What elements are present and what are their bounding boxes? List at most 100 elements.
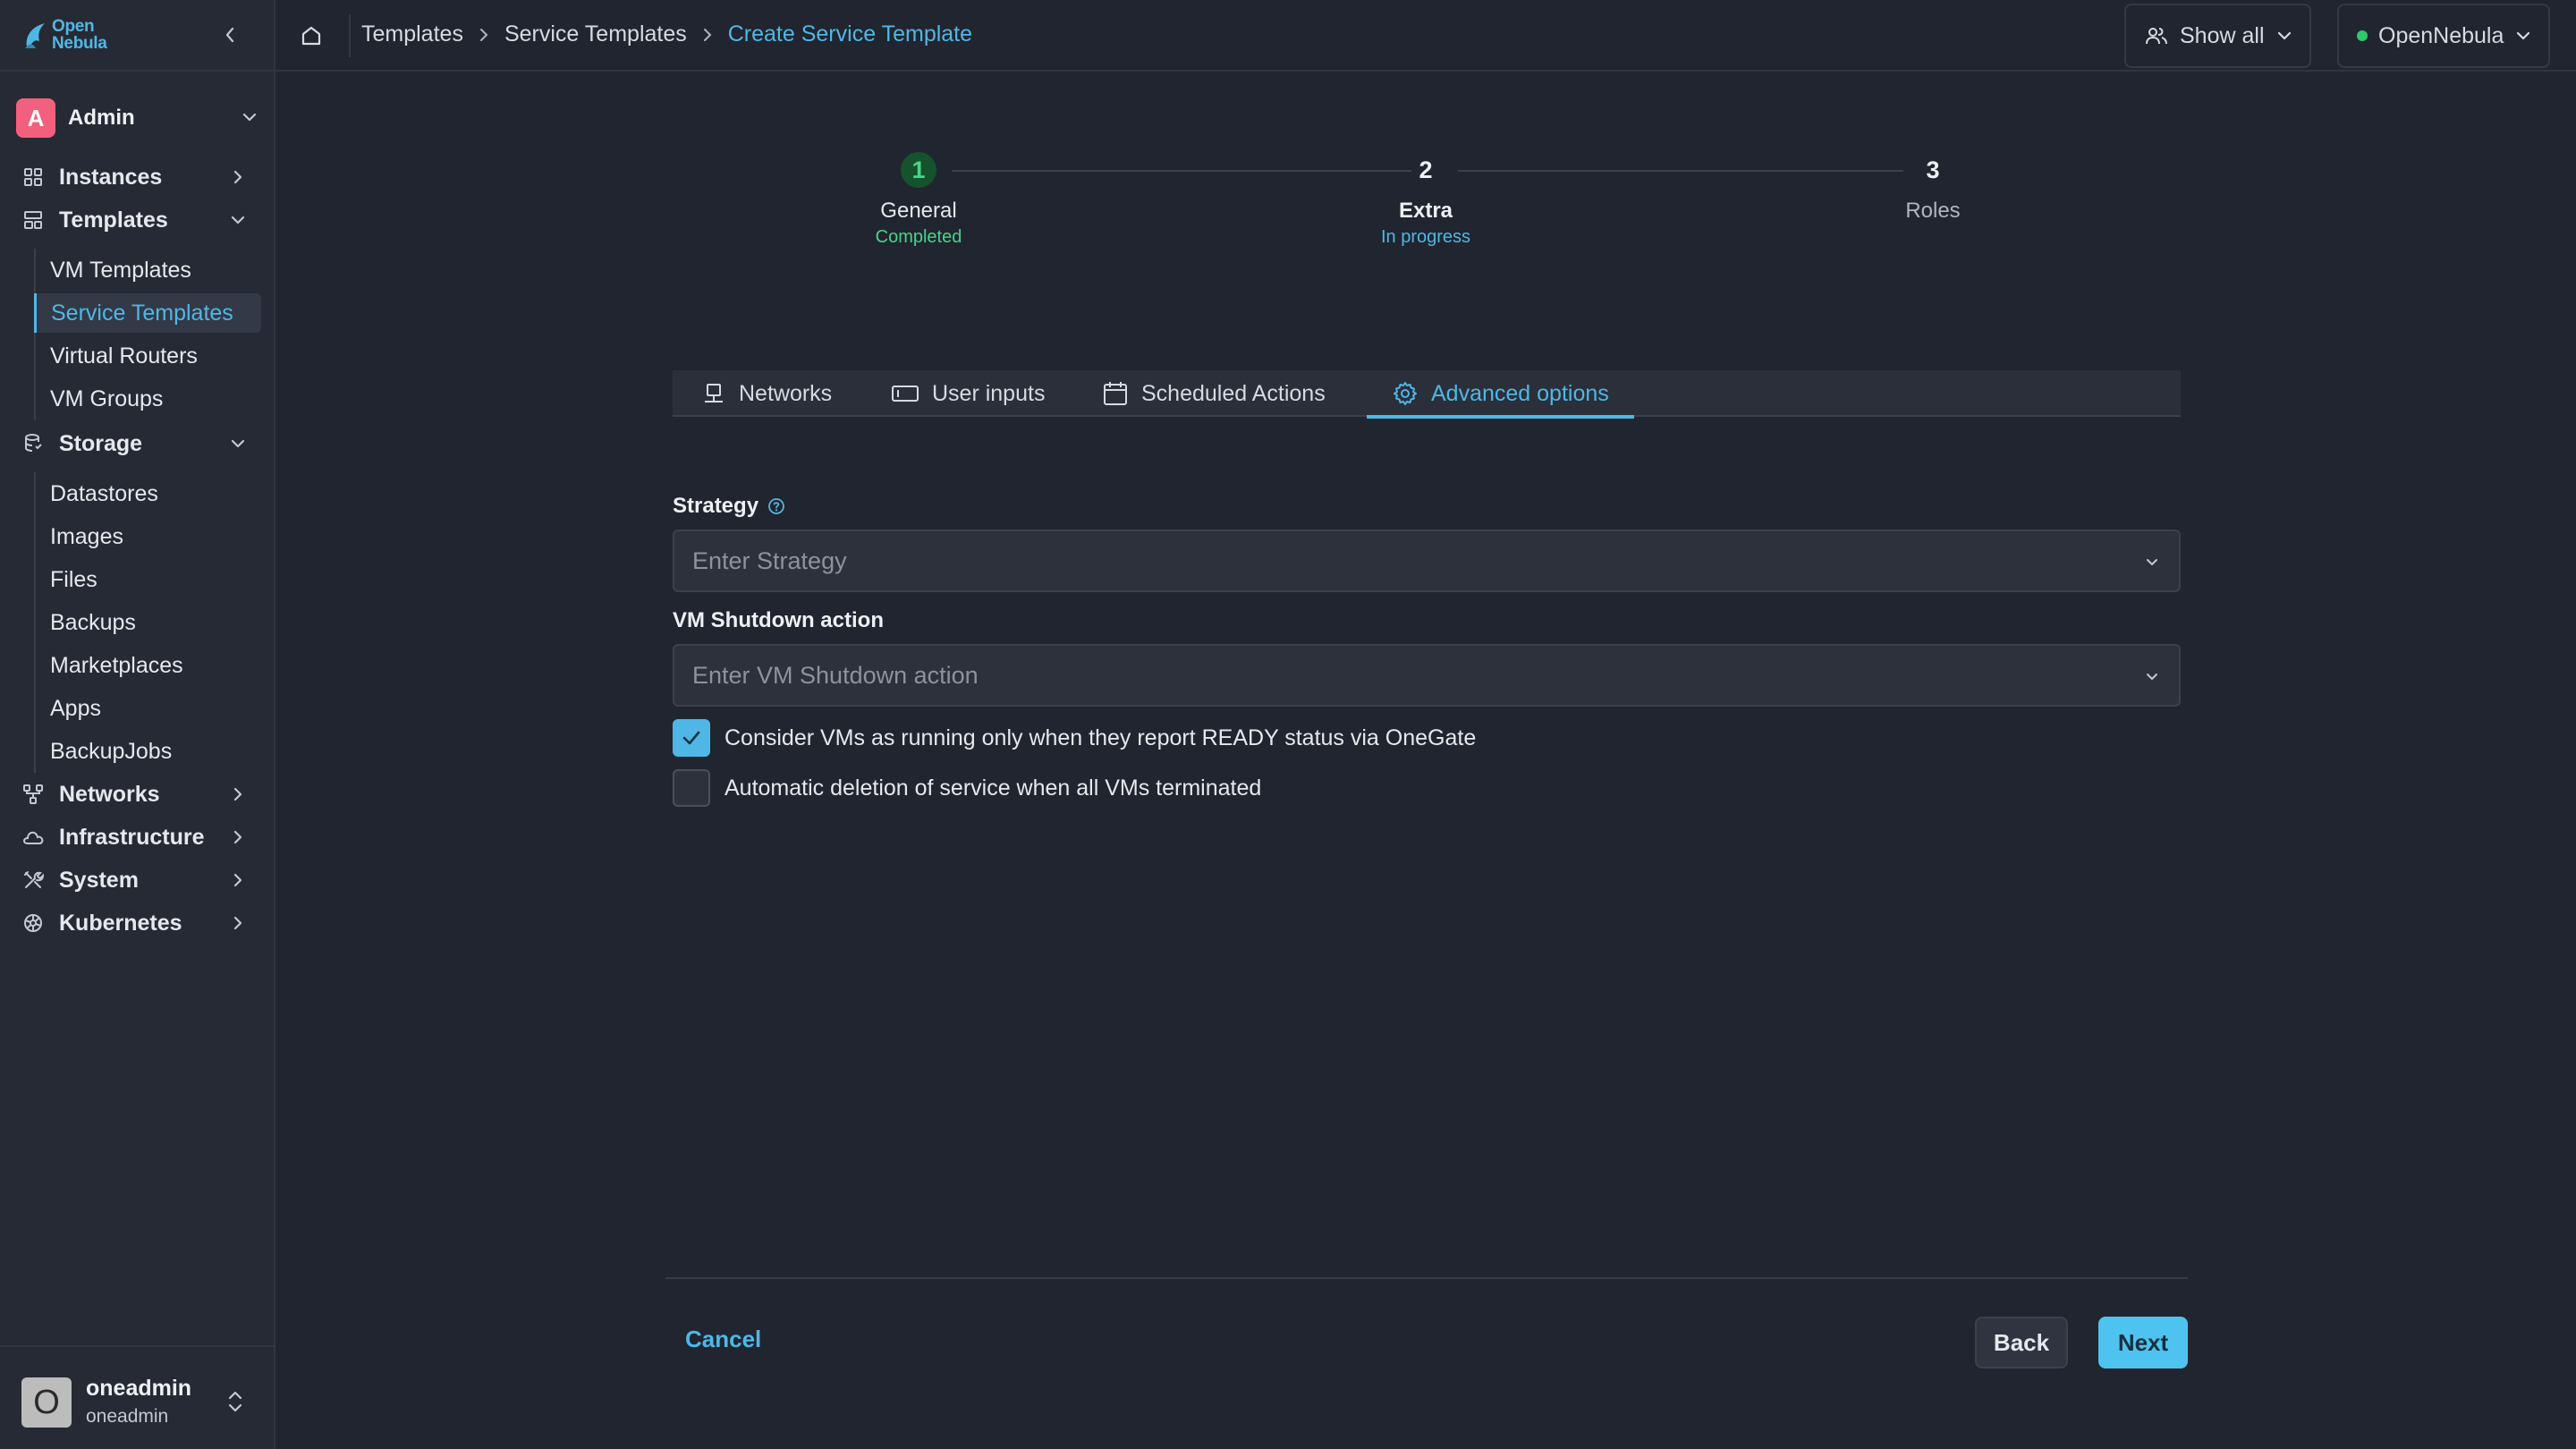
chevron-left-icon (225, 27, 234, 43)
strategy-label-text: Strategy (673, 494, 759, 518)
tab-label: User inputs (932, 380, 1046, 406)
step-name-roles: Roles (1905, 199, 1961, 223)
breadcrumb-current: Create Service Template (727, 21, 973, 47)
storage-submenu: Datastores Images Files Backups Marketpl… (34, 472, 263, 773)
chevron-right-icon (478, 27, 490, 43)
sidebar-item-label: Instances (59, 164, 163, 190)
sidebar-item-system[interactable]: System (21, 860, 259, 900)
strategy-select[interactable]: Enter Strategy (673, 530, 2181, 592)
next-button[interactable]: Next (2098, 1317, 2188, 1368)
storage-icon (21, 432, 45, 455)
shutdown-label-text: VM Shutdown action (673, 608, 884, 632)
input-icon (892, 386, 919, 402)
ready-status-checkbox[interactable] (673, 719, 710, 757)
sidebar-item-kubernetes[interactable]: Kubernetes (21, 903, 259, 943)
zone-status-dot (2357, 30, 2368, 41)
templates-icon (21, 208, 45, 232)
auto-delete-checkbox[interactable] (673, 769, 710, 807)
templates-submenu: VM Templates Service Templates Virtual R… (34, 249, 263, 420)
tab-advanced-options[interactable]: Advanced options (1367, 370, 1634, 419)
calendar-icon (1104, 382, 1127, 405)
breadcrumb: Templates Service Templates Create Servi… (361, 21, 972, 47)
unfold-icon (228, 1391, 242, 1412)
users-icon (2146, 28, 2167, 45)
auto-delete-option[interactable]: Automatic deletion of service when all V… (673, 769, 1261, 807)
chevron-right-icon (233, 916, 242, 930)
show-all-filter-button[interactable]: Show all (2124, 4, 2311, 68)
chevron-right-icon (233, 830, 242, 844)
account-avatar: A (16, 98, 55, 138)
tab-user-inputs[interactable]: User inputs (891, 370, 1045, 417)
back-button[interactable]: Back (1975, 1317, 2068, 1368)
chevron-down-icon (2277, 31, 2291, 40)
sidebar-item-label: Templates (59, 207, 168, 233)
breadcrumb-service-templates[interactable]: Service Templates (504, 21, 687, 47)
shutdown-placeholder: Enter VM Shutdown action (692, 661, 979, 689)
strategy-placeholder: Enter Strategy (692, 547, 847, 574)
sidebar-item-images[interactable]: Images (36, 517, 263, 556)
user-group: oneadmin (86, 1406, 169, 1427)
sidebar-item-instances[interactable]: Instances (21, 157, 259, 197)
sidebar-item-service-templates[interactable]: Service Templates (34, 293, 261, 333)
chevron-down-icon (242, 113, 257, 122)
breadcrumb-templates[interactable]: Templates (361, 21, 463, 47)
instances-icon (21, 165, 45, 189)
sidebar-item-storage[interactable]: Storage (21, 424, 259, 463)
chevron-right-icon (233, 873, 242, 887)
sidebar: Open Nebula A Admin Instances Templates (0, 0, 275, 1449)
chevron-down-icon (2147, 559, 2157, 565)
ready-status-option[interactable]: Consider VMs as running only when they r… (673, 719, 1476, 757)
sidebar-item-apps[interactable]: Apps (36, 689, 263, 728)
shutdown-action-select[interactable]: Enter VM Shutdown action (673, 644, 2181, 707)
sidebar-item-backupjobs[interactable]: BackupJobs (36, 732, 263, 771)
sidebar-item-networks[interactable]: Networks (21, 775, 259, 814)
chevron-right-icon (701, 27, 714, 43)
logo-row: Open Nebula (0, 0, 274, 72)
tools-icon (21, 869, 45, 892)
show-all-label: Show all (2180, 22, 2265, 48)
zone-selector-button[interactable]: OpenNebula (2337, 4, 2551, 68)
sidebar-item-infrastructure[interactable]: Infrastructure (21, 818, 259, 857)
opennebula-logo[interactable]: Open Nebula (23, 18, 107, 52)
user-menu-button[interactable] (225, 1388, 245, 1415)
sidebar-item-virtual-routers[interactable]: Virtual Routers (36, 336, 263, 376)
gear-icon (1394, 382, 1417, 405)
step-connector (952, 170, 1411, 172)
top-bar: Templates Service Templates Create Servi… (275, 0, 2576, 72)
sidebar-item-vm-groups[interactable]: VM Groups (36, 379, 263, 419)
topbar-divider (349, 14, 351, 57)
account-selector[interactable]: A Admin (16, 98, 259, 138)
kubernetes-icon (21, 911, 45, 935)
tab-networks[interactable]: Networks (701, 370, 832, 417)
checkmark-icon (682, 731, 700, 745)
network-icon (705, 384, 723, 402)
user-avatar: O (21, 1377, 72, 1428)
help-icon[interactable] (767, 497, 785, 515)
sidebar-item-files[interactable]: Files (36, 560, 263, 599)
tab-label: Scheduled Actions (1141, 380, 1326, 406)
collapse-sidebar-button[interactable] (216, 21, 243, 48)
networks-icon (21, 783, 45, 806)
sidebar-item-label: Kubernetes (59, 910, 182, 936)
sidebar-item-label: System (59, 867, 139, 893)
sidebar-item-label: Infrastructure (59, 824, 205, 850)
sidebar-item-datastores[interactable]: Datastores (36, 474, 263, 513)
sidebar-item-marketplaces[interactable]: Marketplaces (36, 646, 263, 685)
step-name-extra: Extra (1398, 199, 1453, 223)
sidebar-item-label: Networks (59, 781, 160, 807)
step-status-extra: In progress (1380, 227, 1471, 247)
footer-divider (665, 1277, 2188, 1279)
opennebula-logo-icon (25, 23, 45, 48)
tab-scheduled-actions[interactable]: Scheduled Actions (1102, 370, 1326, 417)
cancel-button[interactable]: Cancel (685, 1326, 761, 1353)
home-button[interactable] (295, 20, 327, 52)
sidebar-item-backups[interactable]: Backups (36, 603, 263, 642)
home-icon (301, 26, 321, 46)
sidebar-item-vm-templates[interactable]: VM Templates (36, 250, 263, 290)
tab-label: Networks (739, 380, 833, 406)
account-name: Admin (68, 106, 135, 130)
step-name-general: General (880, 199, 957, 223)
step-connector (1458, 170, 1903, 172)
sidebar-item-templates[interactable]: Templates (21, 200, 259, 240)
step-number-extra: 2 (1419, 156, 1433, 183)
